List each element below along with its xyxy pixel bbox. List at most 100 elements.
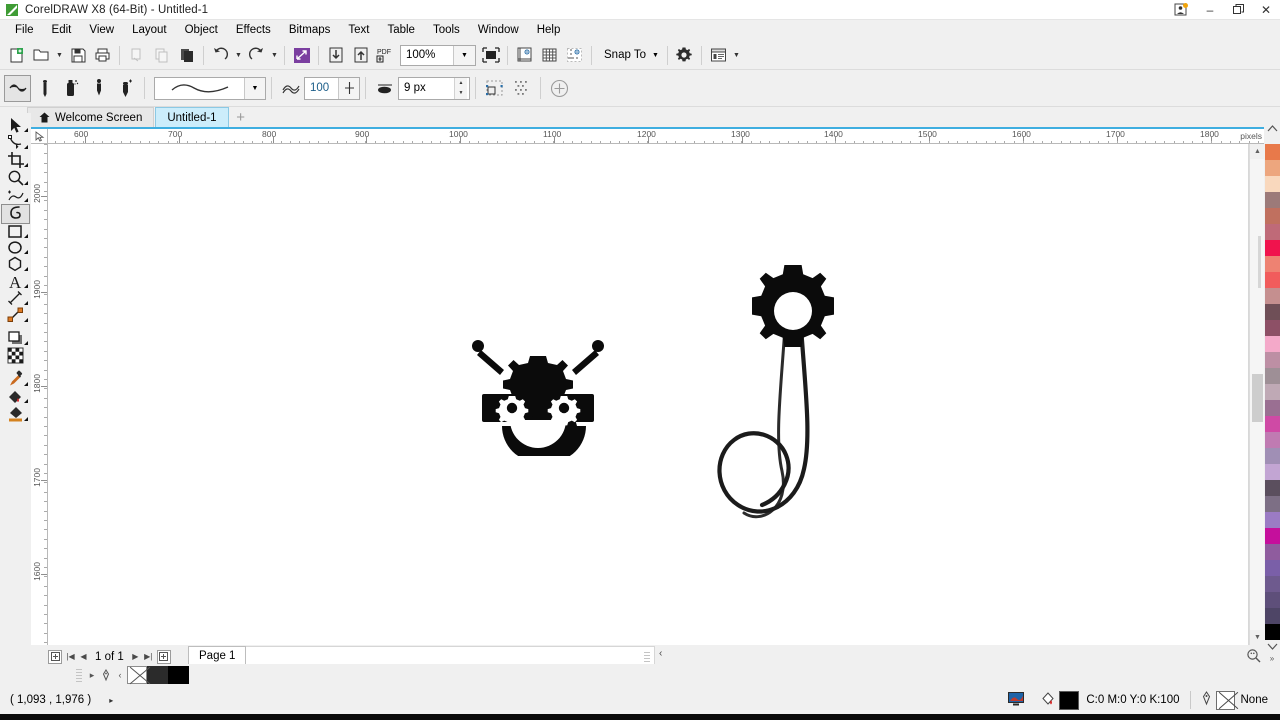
stroke-width-spinner[interactable]: ▲ ▼ <box>454 77 467 99</box>
menu-edit[interactable]: Edit <box>43 21 81 40</box>
menu-effects[interactable]: Effects <box>227 21 280 40</box>
flyout-arrow-icon[interactable] <box>24 128 28 132</box>
previous-page-icon[interactable]: ◀ <box>77 648 90 665</box>
color-palette[interactable]: » <box>1264 144 1280 664</box>
flyout-arrow-icon[interactable] <box>24 163 28 167</box>
text-tool[interactable]: A <box>1 273 30 290</box>
palette-swatch[interactable] <box>1264 576 1280 592</box>
outline-pen-icon[interactable] <box>1201 691 1212 709</box>
palette-swatch[interactable] <box>1264 496 1280 512</box>
page-tab-page-1[interactable]: Page 1 <box>188 646 247 665</box>
menu-file[interactable]: File <box>6 21 43 40</box>
palette-swatch[interactable] <box>1264 528 1280 544</box>
zoom-to-page-button[interactable] <box>1242 645 1264 665</box>
palette-scroll-down-button[interactable] <box>1264 640 1280 652</box>
palette-swatch[interactable] <box>1264 352 1280 368</box>
bounding-box-icon[interactable] <box>481 75 508 102</box>
menu-bitmaps[interactable]: Bitmaps <box>280 21 340 40</box>
object-prev-icon[interactable]: ▸ <box>85 667 99 683</box>
snap-to-dropdown[interactable]: Snap To ▼ <box>596 43 663 68</box>
plus-circle-icon[interactable] <box>546 75 573 102</box>
redo-arrow-icon[interactable] <box>244 43 269 68</box>
floppy-save-icon[interactable] <box>65 43 90 68</box>
vertical-scroll-thumb[interactable] <box>1252 374 1263 422</box>
flyout-arrow-icon[interactable] <box>24 267 28 271</box>
open-dropdown-icon[interactable]: ▼ <box>54 43 65 68</box>
launcher-dropdown-icon[interactable]: ▼ <box>731 43 742 68</box>
palette-swatch[interactable] <box>1264 544 1280 560</box>
flyout-arrow-icon[interactable] <box>24 181 28 185</box>
palette-swatch[interactable] <box>1264 560 1280 576</box>
smart-fill-tool[interactable] <box>1 405 30 423</box>
collapse-pages-icon[interactable]: ‹ <box>659 648 662 659</box>
undo-arrow-icon[interactable] <box>208 43 233 68</box>
palette-swatch[interactable] <box>1264 336 1280 352</box>
crop-tool[interactable] <box>1 151 30 169</box>
new-tab-button[interactable]: + <box>230 107 252 127</box>
last-page-icon[interactable]: ▶| <box>142 648 155 665</box>
straight-line-connector-tool[interactable] <box>1 307 30 324</box>
palette-swatch[interactable] <box>1264 592 1280 608</box>
import-down-icon[interactable] <box>323 43 348 68</box>
palette-swatch[interactable] <box>1264 368 1280 384</box>
rectangle-tool[interactable] <box>1 224 30 240</box>
scatter-nodes-icon[interactable] <box>508 75 535 102</box>
open-folder-icon[interactable] <box>29 43 54 68</box>
stroke-width-box[interactable]: ▲ ▼ <box>398 76 470 100</box>
printer-icon[interactable] <box>90 43 115 68</box>
palette-swatch[interactable] <box>1264 608 1280 624</box>
tab-untitled-1[interactable]: Untitled-1 <box>155 107 229 127</box>
shape-tool[interactable] <box>1 134 30 151</box>
first-page-icon[interactable]: |◀ <box>64 648 77 665</box>
menu-layout[interactable]: Layout <box>123 21 176 40</box>
zoom-tool[interactable] <box>1 169 30 187</box>
palette-swatch[interactable] <box>1264 512 1280 528</box>
restore-button[interactable] <box>1224 0 1252 20</box>
palette-swatch[interactable] <box>1264 432 1280 448</box>
flyout-arrow-icon[interactable] <box>24 301 28 305</box>
swatch-dark[interactable] <box>147 666 168 684</box>
pick-tool[interactable] <box>1 117 30 134</box>
drawing-canvas[interactable] <box>48 144 1249 645</box>
vertical-ruler[interactable]: 2000 1900 1800 1700 1600 <box>31 144 48 645</box>
flyout-arrow-icon[interactable] <box>24 341 28 345</box>
rulers-icon[interactable] <box>512 43 537 68</box>
undo-dropdown-icon[interactable]: ▼ <box>233 43 244 68</box>
brush-icon[interactable] <box>31 75 58 102</box>
spinner-down-icon[interactable]: ▼ <box>455 88 467 99</box>
grid-icon[interactable] <box>537 43 562 68</box>
new-page-icon[interactable] <box>4 43 29 68</box>
artistic-media-tool[interactable] <box>1 204 30 224</box>
palette-swatch[interactable] <box>1264 160 1280 176</box>
palette-swatch[interactable] <box>1264 464 1280 480</box>
flyout-arrow-icon[interactable] <box>24 145 28 149</box>
flyout-arrow-icon[interactable] <box>24 417 28 421</box>
full-screen-preview-icon[interactable] <box>478 43 503 68</box>
flyout-arrow-icon[interactable] <box>24 250 28 254</box>
flyout-arrow-icon[interactable] <box>24 234 28 238</box>
polygon-tool[interactable] <box>1 256 30 273</box>
paste-icon[interactable] <box>174 43 199 68</box>
redo-dropdown-icon[interactable]: ▼ <box>269 43 280 68</box>
stroke-width-input[interactable] <box>399 77 454 99</box>
pdf-icon[interactable]: PDF <box>373 43 398 68</box>
palette-swatch[interactable] <box>1264 256 1280 272</box>
resize-grip[interactable] <box>644 651 650 662</box>
color-proof-settings-icon[interactable] <box>1007 691 1025 710</box>
minimize-button[interactable]: – <box>1196 0 1224 20</box>
palette-swatch[interactable] <box>1264 624 1280 640</box>
outline-none-swatch[interactable] <box>1215 690 1235 710</box>
outline-pen-icon[interactable] <box>99 667 113 683</box>
scroll-down-icon[interactable]: ▼ <box>1250 630 1265 645</box>
object-back-icon[interactable]: ‹ <box>113 667 127 683</box>
menu-help[interactable]: Help <box>528 21 570 40</box>
palette-swatch[interactable] <box>1264 144 1280 160</box>
vertical-scrollbar[interactable]: ▲ ▼ <box>1249 144 1265 645</box>
pressure-pen-icon[interactable] <box>112 75 139 102</box>
drop-shadow-tool[interactable] <box>1 330 30 347</box>
gear-options-icon[interactable] <box>672 43 697 68</box>
palette-swatch[interactable] <box>1264 400 1280 416</box>
flyout-arrow-icon[interactable] <box>24 284 28 288</box>
palette-swatch[interactable] <box>1264 384 1280 400</box>
interactive-fill-tool[interactable] <box>1 388 30 405</box>
